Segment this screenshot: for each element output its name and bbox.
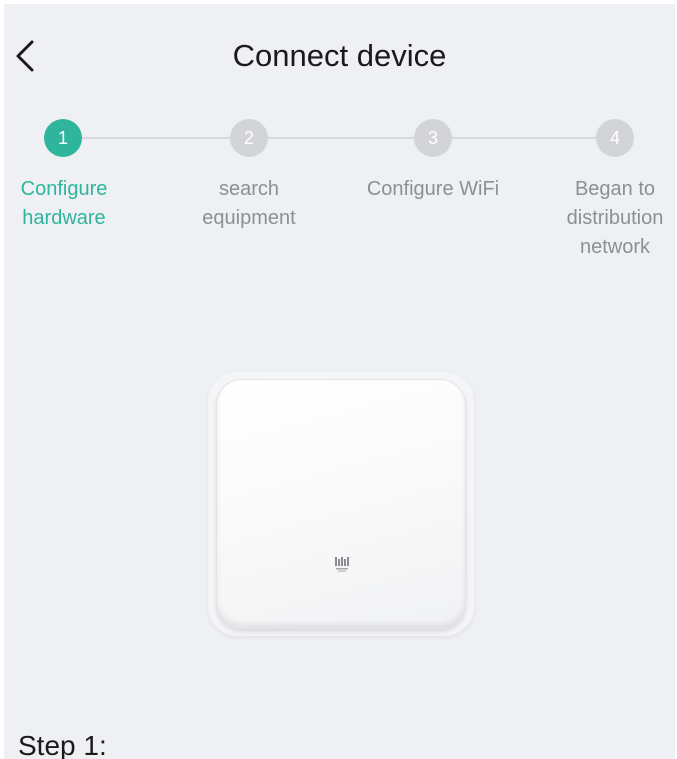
- step-3-label: Configure WiFi: [357, 175, 509, 204]
- connect-device-screen: Connect device 1 Configure hardware 2 se…: [4, 4, 675, 759]
- step-label-line: Began to: [574, 178, 656, 200]
- step-number: 1: [57, 128, 68, 148]
- step-connector: [452, 137, 596, 139]
- step-label-line: equipment: [202, 207, 296, 229]
- step-number: 4: [609, 128, 620, 148]
- step-number: 2: [243, 128, 254, 148]
- step-1-label: Configure hardware: [4, 175, 139, 233]
- step-connector: [268, 137, 414, 139]
- step-connector: [82, 137, 230, 139]
- step-label-line: network: [579, 236, 651, 258]
- brand-logo-icon: [335, 557, 349, 572]
- step-label-line: search: [218, 178, 280, 200]
- step-label-line: Configure: [20, 178, 108, 200]
- step-label-line: hardware: [22, 207, 106, 229]
- step-4-indicator: 4: [596, 119, 634, 157]
- step-4-label: Began to distribution network: [540, 175, 675, 262]
- step-2-label: search equipment: [174, 175, 324, 233]
- step-2-indicator: 2: [230, 119, 268, 157]
- device-image: [208, 372, 474, 636]
- step-number: 3: [427, 128, 438, 148]
- step-1-indicator: 1: [44, 119, 82, 157]
- step-heading: Step 1:: [18, 730, 107, 759]
- header: Connect device: [4, 4, 675, 104]
- page-title: Connect device: [232, 38, 447, 73]
- step-3-indicator: 3: [414, 119, 452, 157]
- step-label-line: Configure WiFi: [366, 178, 500, 200]
- step-label-line: distribution: [566, 207, 664, 229]
- smart-hub-device: [216, 379, 466, 629]
